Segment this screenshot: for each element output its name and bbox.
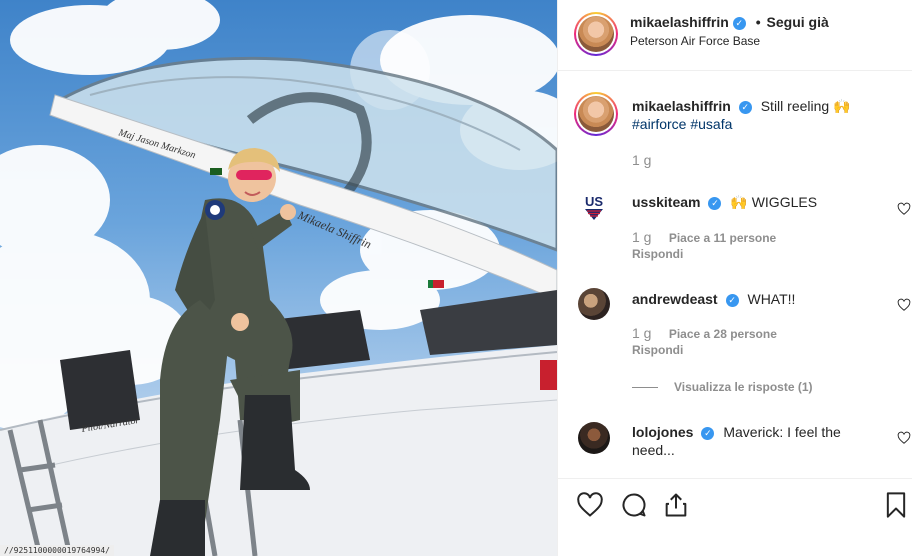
comment-timestamp[interactable]: 1 g: [632, 229, 651, 245]
comments-list[interactable]: mikaelashiffrin ✓ Still reeling 🙌 #airfor…: [558, 72, 912, 478]
share-icon[interactable]: [662, 491, 690, 519]
verified-badge-icon: ✓: [725, 294, 739, 307]
usskiteam-avatar[interactable]: US: [578, 190, 610, 222]
post-header: mikaelashiffrin ✓ • Segui già Peterson Ai…: [558, 0, 912, 71]
header-user-line: mikaelashiffrin ✓ • Segui già: [630, 14, 829, 30]
comment-icon[interactable]: [620, 491, 648, 519]
hashtag-usafa[interactable]: #usafa: [690, 116, 732, 132]
caption: mikaelashiffrin ✓ Still reeling 🙌 #airfor…: [632, 97, 892, 133]
post-photo[interactable]: Maj Jason Markzon Mikaela Shiffrin Pilot…: [0, 0, 557, 556]
comment-meta: 1 g Piace a 11 persone: [632, 229, 776, 245]
like-comment-heart-icon[interactable]: [897, 202, 911, 216]
verified-badge-icon: ✓: [708, 197, 722, 210]
comment-meta: 1 g Piace a 28 persone: [632, 325, 777, 341]
caption-meta: 1 g: [632, 152, 665, 168]
jet-cockpit-illustration: Maj Jason Markzon Mikaela Shiffrin Pilot…: [0, 0, 557, 556]
verified-badge-icon: ✓: [732, 17, 746, 30]
post-side-panel: mikaelashiffrin ✓ • Segui già Peterson Ai…: [557, 0, 912, 556]
url-overlay-text: //9251100000019764994/: [0, 545, 114, 556]
comment-text: WHAT!!: [747, 291, 796, 307]
caption-emoji: 🙌: [833, 98, 851, 114]
like-comment-heart-icon[interactable]: [897, 431, 911, 445]
comment-andrewdeast: andrewdeast ✓ WHAT!!: [632, 290, 894, 308]
bookmark-icon[interactable]: [882, 491, 910, 519]
comment-emoji: 🙌: [730, 194, 748, 210]
comment-username[interactable]: usskiteam: [632, 194, 700, 210]
comment-likes[interactable]: Piace a 11 persone: [669, 231, 776, 245]
reply-button[interactable]: Rispondi: [632, 247, 683, 261]
caption-timestamp[interactable]: 1 g: [632, 152, 651, 168]
post-action-bar: [558, 478, 912, 556]
comment-usskiteam: usskiteam ✓ 🙌 WIGGLES: [632, 193, 894, 211]
caption-author-avatar[interactable]: [574, 92, 618, 136]
view-replies-button[interactable]: Visualizza le risposte (1): [632, 380, 813, 394]
caption-username[interactable]: mikaelashiffrin: [632, 98, 731, 114]
location-link[interactable]: Peterson Air Force Base: [630, 34, 760, 48]
separator-dot: •: [755, 14, 761, 30]
comment-text: WIGGLES: [751, 194, 818, 210]
verified-badge-icon: ✓: [701, 427, 715, 440]
comment-lolojones: lolojones ✓ Maverick: I feel the need...: [632, 423, 882, 459]
author-avatar[interactable]: [574, 12, 618, 56]
andrewdeast-avatar[interactable]: [578, 288, 610, 320]
view-replies-label: Visualizza le risposte (1): [674, 380, 813, 394]
like-comment-heart-icon[interactable]: [897, 298, 911, 312]
reply-button[interactable]: Rispondi: [632, 343, 683, 357]
svg-text:US: US: [585, 194, 603, 209]
verified-badge-icon: ✓: [738, 101, 752, 114]
lolojones-avatar[interactable]: [578, 422, 610, 454]
caption-text: Still reeling: [760, 98, 830, 114]
author-username[interactable]: mikaelashiffrin: [630, 14, 729, 30]
comment-username[interactable]: andrewdeast: [632, 291, 718, 307]
comment-timestamp[interactable]: 1 g: [632, 325, 651, 341]
hashtag-airforce[interactable]: #airforce: [632, 116, 686, 132]
following-button[interactable]: Segui già: [767, 14, 829, 30]
heart-icon[interactable]: [576, 491, 604, 519]
comment-username[interactable]: lolojones: [632, 424, 693, 440]
us-ski-team-logo: US: [585, 194, 603, 220]
comment-likes[interactable]: Piace a 28 persone: [669, 327, 777, 341]
